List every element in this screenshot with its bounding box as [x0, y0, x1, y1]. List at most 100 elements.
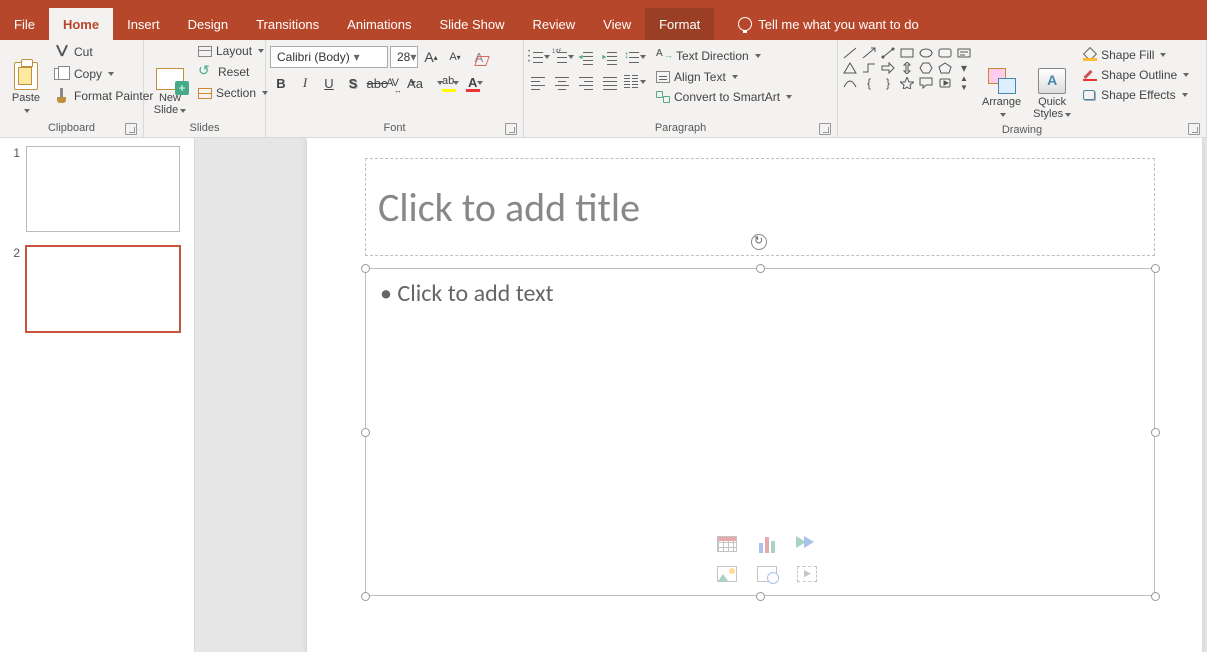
section-button[interactable]: Section [194, 84, 272, 102]
shape-effects-button[interactable]: Shape Effects [1079, 86, 1193, 104]
tab-home[interactable]: Home [49, 8, 113, 40]
font-launcher[interactable] [505, 123, 517, 135]
shape-arrow-updown[interactable] [899, 61, 915, 75]
tab-design[interactable]: Design [174, 8, 242, 40]
align-text-label: Align Text [674, 70, 726, 84]
handle-mr[interactable] [1151, 428, 1160, 437]
format-painter-button[interactable]: Format Painter [50, 86, 157, 106]
arrange-button[interactable]: Arrange [978, 46, 1025, 122]
shape-brace-l[interactable]: { [861, 76, 877, 90]
shape-callout[interactable] [918, 76, 934, 90]
tab-animations[interactable]: Animations [333, 8, 425, 40]
increase-indent-button[interactable] [600, 46, 622, 68]
content-placeholder[interactable]: Click to add text [365, 268, 1155, 596]
change-case-button[interactable] [414, 72, 436, 94]
strikethrough-button[interactable]: abc [366, 72, 388, 94]
shape-fill-button[interactable]: Shape Fill [1079, 46, 1193, 64]
shape-line[interactable] [842, 46, 858, 60]
layout-button[interactable]: Layout [194, 42, 272, 60]
tab-slideshow[interactable]: Slide Show [425, 8, 518, 40]
effects-icon [1083, 89, 1097, 101]
tab-review[interactable]: Review [519, 8, 590, 40]
align-left-button[interactable] [528, 71, 550, 93]
rotate-handle[interactable] [751, 234, 767, 250]
shape-hexagon[interactable] [918, 61, 934, 75]
bold-button[interactable]: B [270, 72, 292, 94]
text-direction-button[interactable]: Text Direction [652, 46, 796, 66]
slide-canvas[interactable]: Click to add title Click to add text [195, 138, 1207, 652]
tab-insert[interactable]: Insert [113, 8, 174, 40]
tell-me-search[interactable]: Tell me what you want to do [714, 8, 918, 40]
justify-button[interactable] [600, 71, 622, 93]
decrease-indent-button[interactable] [576, 46, 598, 68]
cut-button[interactable]: Cut [50, 42, 157, 62]
insert-smartart-icon[interactable] [791, 531, 823, 557]
shape-action[interactable] [937, 76, 953, 90]
shape-textbox[interactable] [956, 46, 972, 60]
shapes-gallery[interactable]: ▾ { } ▲▼ [842, 46, 974, 90]
shape-outline-button[interactable]: Shape Outline [1079, 66, 1193, 84]
tab-view[interactable]: View [589, 8, 645, 40]
shape-star[interactable] [899, 76, 915, 90]
handle-bm[interactable] [756, 592, 765, 601]
shape-pentagon[interactable] [937, 61, 953, 75]
handle-ml[interactable] [361, 428, 370, 437]
align-center-button[interactable] [552, 71, 574, 93]
shape-elbow[interactable] [861, 61, 877, 75]
title-placeholder-text: Click to add title [378, 183, 640, 232]
shape-rectangle[interactable] [899, 46, 915, 60]
handle-bl[interactable] [361, 592, 370, 601]
insert-picture-icon[interactable] [711, 561, 743, 587]
drawing-launcher[interactable] [1188, 123, 1200, 135]
convert-smartart-button[interactable]: Convert to SmartArt [652, 88, 796, 106]
thumbnail-slide-1[interactable] [26, 146, 180, 232]
insert-table-icon[interactable] [711, 531, 743, 557]
clipboard-launcher[interactable] [125, 123, 137, 135]
italic-button[interactable]: I [294, 72, 316, 94]
paragraph-launcher[interactable] [819, 123, 831, 135]
insert-online-picture-icon[interactable] [751, 561, 783, 587]
columns-button[interactable] [624, 71, 646, 93]
shapes-more[interactable]: ▾ [956, 61, 972, 75]
insert-video-icon[interactable] [791, 561, 823, 587]
paste-button[interactable]: Paste [4, 42, 48, 118]
font-color-button[interactable] [462, 72, 484, 94]
font-name-combo[interactable]: Calibri (Body)▾ [270, 46, 388, 68]
slide[interactable]: Click to add title Click to add text [307, 138, 1202, 652]
thumbnail-pane[interactable]: 1 2 [0, 138, 195, 652]
numbering-button[interactable] [552, 46, 574, 68]
handle-tm[interactable] [756, 264, 765, 273]
shape-rounded-rect[interactable] [937, 46, 953, 60]
align-text-button[interactable]: Align Text [652, 68, 796, 86]
shape-oval[interactable] [918, 46, 934, 60]
clear-formatting-button[interactable]: A [468, 46, 490, 68]
font-size-combo[interactable]: 28▾ [390, 46, 418, 68]
tab-format[interactable]: Format [645, 8, 714, 40]
thumbnail-slide-2[interactable] [26, 246, 180, 332]
underline-button[interactable]: U [318, 72, 340, 94]
tab-transitions[interactable]: Transitions [242, 8, 333, 40]
handle-tr[interactable] [1151, 264, 1160, 273]
shape-triangle[interactable] [842, 61, 858, 75]
shape-brace-r[interactable]: } [880, 76, 896, 90]
tab-file[interactable]: File [0, 8, 49, 40]
shape-curve[interactable] [842, 76, 858, 90]
highlight-button[interactable] [438, 72, 460, 94]
shrink-font-button[interactable]: A▾ [444, 46, 466, 68]
handle-tl[interactable] [361, 264, 370, 273]
shape-arrow-right[interactable] [880, 61, 896, 75]
reset-button[interactable]: Reset [194, 62, 272, 82]
shape-line-arrow[interactable] [861, 46, 877, 60]
new-slide-button[interactable]: New Slide [148, 42, 192, 118]
copy-button[interactable]: Copy [50, 64, 157, 84]
shape-connector[interactable] [880, 46, 896, 60]
shapes-scroll[interactable]: ▲▼ [956, 76, 972, 90]
text-shadow-button[interactable]: S [342, 72, 364, 94]
bullets-button[interactable] [528, 46, 550, 68]
line-spacing-button[interactable] [624, 46, 646, 68]
insert-chart-icon[interactable] [751, 531, 783, 557]
quick-styles-button[interactable]: Quick Styles [1029, 46, 1075, 122]
align-right-button[interactable] [576, 71, 598, 93]
handle-br[interactable] [1151, 592, 1160, 601]
grow-font-button[interactable]: A▴ [420, 46, 442, 68]
